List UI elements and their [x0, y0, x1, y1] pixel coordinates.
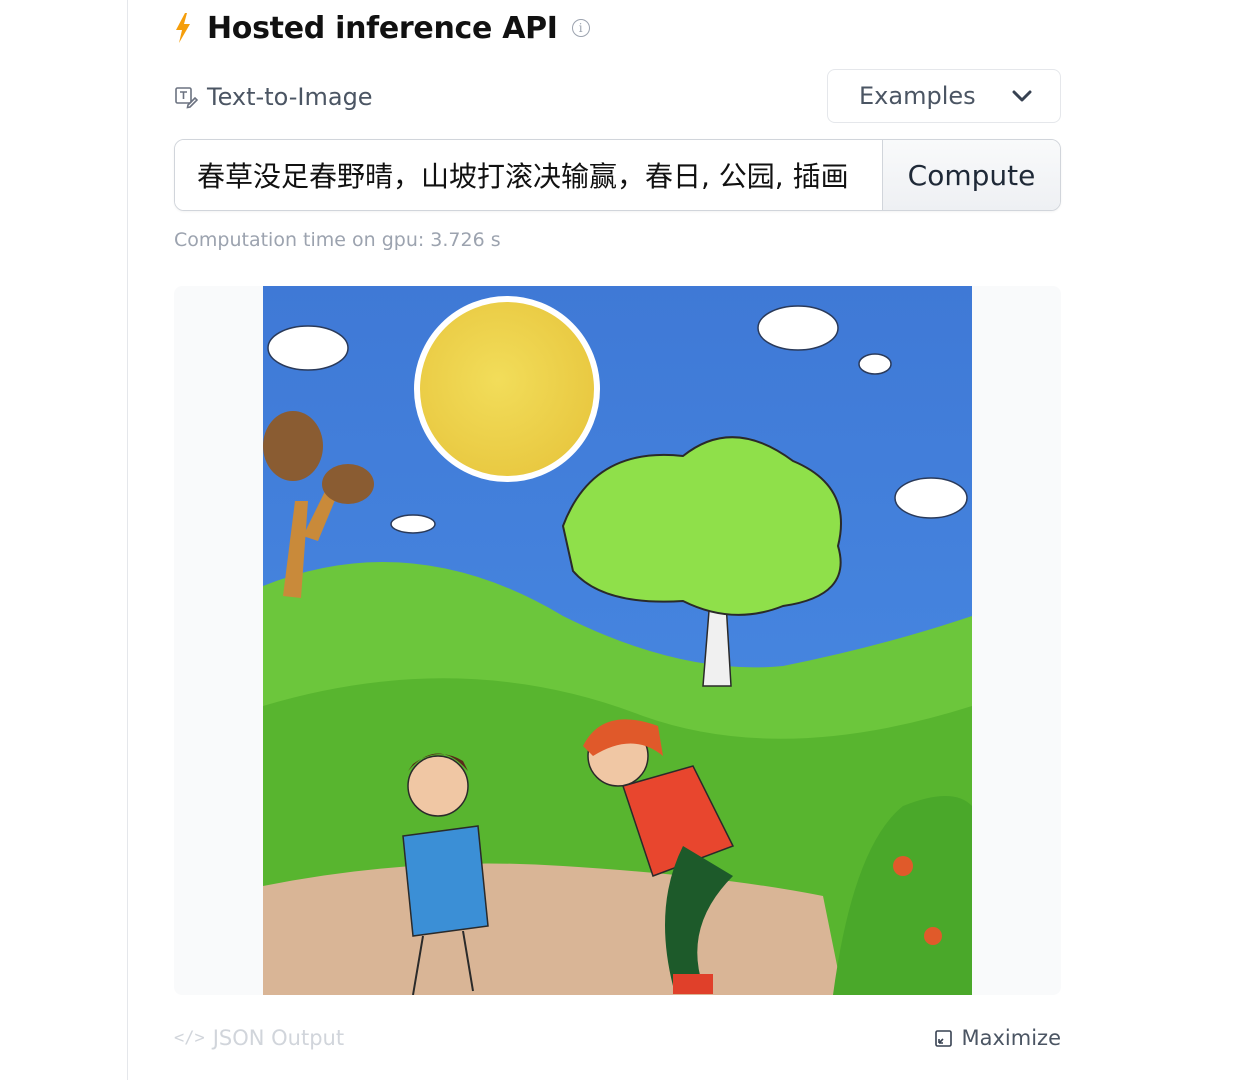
chevron-down-icon	[1012, 90, 1032, 102]
inference-widget: Hosted inference API i Text-to-Image Exa…	[174, 0, 1061, 1080]
widget-title: Hosted inference API	[207, 10, 558, 46]
info-icon[interactable]: i	[571, 19, 590, 37]
maximize-button[interactable]: Maximize	[934, 1026, 1061, 1050]
json-output-label: JSON Output	[212, 1026, 345, 1050]
computation-time: Computation time on gpu: 3.726 s	[174, 229, 501, 251]
examples-label: Examples	[859, 82, 976, 110]
text-to-image-icon	[175, 87, 198, 109]
widget-header: Hosted inference API i	[174, 8, 590, 48]
generated-image	[263, 286, 972, 995]
examples-dropdown[interactable]: Examples	[827, 69, 1061, 123]
task-label: Text-to-Image	[207, 83, 373, 111]
maximize-label: Maximize	[961, 1026, 1061, 1050]
lightning-bolt-icon	[176, 13, 190, 43]
compute-button[interactable]: Compute	[882, 140, 1060, 210]
prompt-form: Compute	[174, 139, 1061, 211]
json-output-toggle[interactable]: </> JSON Output	[174, 1026, 344, 1050]
prompt-input[interactable]	[175, 140, 882, 210]
maximize-icon	[934, 1029, 952, 1047]
output-container	[174, 286, 1061, 995]
code-icon: </>	[174, 1028, 205, 1048]
page-left-border	[127, 0, 128, 1080]
task-type: Text-to-Image	[174, 82, 373, 112]
